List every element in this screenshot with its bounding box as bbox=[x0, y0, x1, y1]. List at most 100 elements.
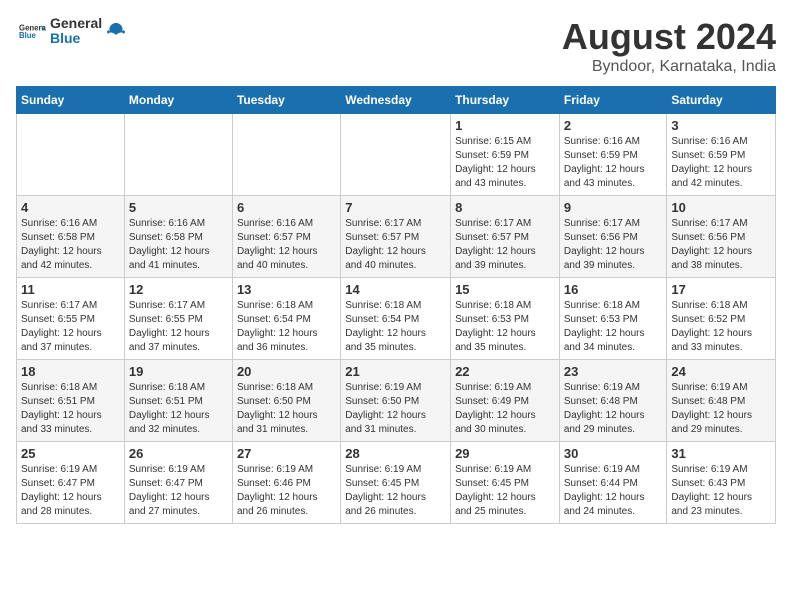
calendar-week-row: 18 Sunrise: 6:18 AMSunset: 6:51 PMDayligh… bbox=[17, 360, 776, 442]
day-number: 10 bbox=[671, 200, 771, 215]
day-number: 28 bbox=[345, 446, 446, 461]
calendar-week-row: 1 Sunrise: 6:15 AMSunset: 6:59 PMDaylight… bbox=[17, 114, 776, 196]
day-number: 2 bbox=[564, 118, 663, 133]
day-info: Sunrise: 6:19 AMSunset: 6:50 PMDaylight:… bbox=[345, 381, 446, 437]
day-number: 31 bbox=[671, 446, 771, 461]
day-info: Sunrise: 6:18 AMSunset: 6:51 PMDaylight:… bbox=[129, 381, 228, 437]
day-info: Sunrise: 6:19 AMSunset: 6:44 PMDaylight:… bbox=[564, 463, 663, 519]
calendar-cell: 19 Sunrise: 6:18 AMSunset: 6:51 PMDayligh… bbox=[124, 360, 232, 442]
calendar-cell bbox=[17, 114, 125, 196]
calendar-cell: 25Sunrise: 6:19 AMSunset: 6:47 PMDayligh… bbox=[17, 442, 125, 524]
calendar-cell: 31Sunrise: 6:19 AMSunset: 6:43 PMDayligh… bbox=[667, 442, 776, 524]
day-info: Sunrise: 6:19 AMSunset: 6:45 PMDaylight:… bbox=[345, 463, 446, 519]
logo: General Blue General Blue bbox=[16, 16, 126, 47]
day-number: 1 bbox=[455, 118, 555, 133]
calendar-cell: 12 Sunrise: 6:17 AMSunset: 6:55 PMDayligh… bbox=[124, 278, 232, 360]
calendar-cell: 17 Sunrise: 6:18 AMSunset: 6:52 PMDayligh… bbox=[667, 278, 776, 360]
day-info: Sunrise: 6:18 AMSunset: 6:50 PMDaylight:… bbox=[237, 381, 336, 437]
calendar-cell: 26 Sunrise: 6:19 AMSunset: 6:47 PMDayligh… bbox=[124, 442, 232, 524]
calendar-cell: 3Sunrise: 6:16 AMSunset: 6:59 PMDaylight… bbox=[667, 114, 776, 196]
logo-icon: General Blue bbox=[16, 22, 46, 40]
calendar-cell: 5 Sunrise: 6:16 AMSunset: 6:58 PMDaylight… bbox=[124, 196, 232, 278]
location-title: Byndoor, Karnataka, India bbox=[562, 58, 776, 76]
day-number: 15 bbox=[455, 282, 555, 297]
day-number: 5 bbox=[129, 200, 228, 215]
calendar-week-row: 4Sunrise: 6:16 AMSunset: 6:58 PMDaylight… bbox=[17, 196, 776, 278]
calendar-cell: 9 Sunrise: 6:17 AMSunset: 6:56 PMDaylight… bbox=[559, 196, 667, 278]
header-friday: Friday bbox=[559, 87, 667, 114]
day-number: 23 bbox=[564, 364, 663, 379]
day-number: 7 bbox=[345, 200, 446, 215]
calendar-cell: 14 Sunrise: 6:18 AMSunset: 6:54 PMDayligh… bbox=[341, 278, 451, 360]
day-number: 18 bbox=[21, 364, 120, 379]
month-title: August 2024 bbox=[562, 16, 776, 58]
header: General Blue General Blue August 2024 By… bbox=[16, 16, 776, 76]
day-number: 9 bbox=[564, 200, 663, 215]
day-info: Sunrise: 6:17 AMSunset: 6:55 PMDaylight:… bbox=[129, 299, 228, 355]
day-info: Sunrise: 6:19 AMSunset: 6:48 PMDaylight:… bbox=[564, 381, 663, 437]
day-info: Sunrise: 6:19 AMSunset: 6:45 PMDaylight:… bbox=[455, 463, 555, 519]
day-info: Sunrise: 6:18 AMSunset: 6:52 PMDaylight:… bbox=[671, 299, 771, 355]
day-number: 29 bbox=[455, 446, 555, 461]
day-number: 27 bbox=[237, 446, 336, 461]
header-monday: Monday bbox=[124, 87, 232, 114]
logo-blue: Blue bbox=[50, 31, 102, 46]
day-info: Sunrise: 6:17 AMSunset: 6:57 PMDaylight:… bbox=[455, 217, 555, 273]
day-info: Sunrise: 6:16 AMSunset: 6:58 PMDaylight:… bbox=[21, 217, 120, 273]
day-info: Sunrise: 6:17 AMSunset: 6:56 PMDaylight:… bbox=[564, 217, 663, 273]
calendar-cell bbox=[232, 114, 340, 196]
day-info: Sunrise: 6:18 AMSunset: 6:54 PMDaylight:… bbox=[345, 299, 446, 355]
day-info: Sunrise: 6:19 AMSunset: 6:47 PMDaylight:… bbox=[129, 463, 228, 519]
calendar-week-row: 11 Sunrise: 6:17 AMSunset: 6:55 PMDayligh… bbox=[17, 278, 776, 360]
calendar-header-row: SundayMondayTuesdayWednesdayThursdayFrid… bbox=[17, 87, 776, 114]
logo-general: General bbox=[50, 16, 102, 31]
calendar-cell: 10 Sunrise: 6:17 AMSunset: 6:56 PMDayligh… bbox=[667, 196, 776, 278]
day-number: 24 bbox=[671, 364, 771, 379]
day-info: Sunrise: 6:19 AMSunset: 6:48 PMDaylight:… bbox=[671, 381, 771, 437]
day-number: 21 bbox=[345, 364, 446, 379]
calendar-cell: 1 Sunrise: 6:15 AMSunset: 6:59 PMDaylight… bbox=[451, 114, 560, 196]
calendar-cell bbox=[341, 114, 451, 196]
day-number: 17 bbox=[671, 282, 771, 297]
day-info: Sunrise: 6:16 AMSunset: 6:59 PMDaylight:… bbox=[671, 135, 771, 191]
day-info: Sunrise: 6:18 AMSunset: 6:51 PMDaylight:… bbox=[21, 381, 120, 437]
calendar-week-row: 25 Sunrise: 6:19 AMSunset: 6:47 PMDayligh… bbox=[17, 442, 776, 524]
day-number: 25 bbox=[21, 446, 120, 461]
day-info: Sunrise: 6:17 AMSunset: 6:57 PMDaylight:… bbox=[345, 217, 446, 273]
calendar-cell: 23 Sunrise: 6:19 AMSunset: 6:48 PMDayligh… bbox=[559, 360, 667, 442]
calendar-cell: 11 Sunrise: 6:17 AMSunset: 6:55 PMDayligh… bbox=[17, 278, 125, 360]
day-info: Sunrise: 6:19 AMSunset: 6:49 PMDaylight:… bbox=[455, 381, 555, 437]
calendar-cell: 4Sunrise: 6:16 AMSunset: 6:58 PMDaylight… bbox=[17, 196, 125, 278]
day-number: 12 bbox=[129, 282, 228, 297]
day-info: Sunrise: 6:18 AMSunset: 6:53 PMDaylight:… bbox=[564, 299, 663, 355]
day-info: Sunrise: 6:16 AMSunset: 6:58 PMDaylight:… bbox=[129, 217, 228, 273]
day-info: Sunrise: 6:17 AMSunset: 6:56 PMDaylight:… bbox=[671, 217, 771, 273]
calendar-cell: 27 Sunrise: 6:19 AMSunset: 6:46 PMDayligh… bbox=[232, 442, 340, 524]
day-info: Sunrise: 6:18 AMSunset: 6:53 PMDaylight:… bbox=[455, 299, 555, 355]
calendar-cell: 24 Sunrise: 6:19 AMSunset: 6:48 PMDayligh… bbox=[667, 360, 776, 442]
calendar-cell: 6Sunrise: 6:16 AMSunset: 6:57 PMDaylight… bbox=[232, 196, 340, 278]
header-thursday: Thursday bbox=[451, 87, 560, 114]
day-info: Sunrise: 6:15 AMSunset: 6:59 PMDaylight:… bbox=[455, 135, 555, 191]
calendar-cell: 30Sunrise: 6:19 AMSunset: 6:44 PMDayligh… bbox=[559, 442, 667, 524]
header-tuesday: Tuesday bbox=[232, 87, 340, 114]
calendar-cell: 7 Sunrise: 6:17 AMSunset: 6:57 PMDaylight… bbox=[341, 196, 451, 278]
day-number: 14 bbox=[345, 282, 446, 297]
day-number: 26 bbox=[129, 446, 228, 461]
day-number: 19 bbox=[129, 364, 228, 379]
day-info: Sunrise: 6:16 AMSunset: 6:59 PMDaylight:… bbox=[564, 135, 663, 191]
calendar-cell: 8Sunrise: 6:17 AMSunset: 6:57 PMDaylight… bbox=[451, 196, 560, 278]
header-wednesday: Wednesday bbox=[341, 87, 451, 114]
title-area: August 2024 Byndoor, Karnataka, India bbox=[562, 16, 776, 76]
day-number: 11 bbox=[21, 282, 120, 297]
day-info: Sunrise: 6:19 AMSunset: 6:46 PMDaylight:… bbox=[237, 463, 336, 519]
calendar-cell: 13Sunrise: 6:18 AMSunset: 6:54 PMDayligh… bbox=[232, 278, 340, 360]
logo-bird-icon bbox=[106, 21, 126, 41]
calendar-cell: 20Sunrise: 6:18 AMSunset: 6:50 PMDayligh… bbox=[232, 360, 340, 442]
day-info: Sunrise: 6:17 AMSunset: 6:55 PMDaylight:… bbox=[21, 299, 120, 355]
calendar-cell: 21 Sunrise: 6:19 AMSunset: 6:50 PMDayligh… bbox=[341, 360, 451, 442]
calendar-cell: 18 Sunrise: 6:18 AMSunset: 6:51 PMDayligh… bbox=[17, 360, 125, 442]
header-sunday: Sunday bbox=[17, 87, 125, 114]
day-number: 6 bbox=[237, 200, 336, 215]
header-saturday: Saturday bbox=[667, 87, 776, 114]
